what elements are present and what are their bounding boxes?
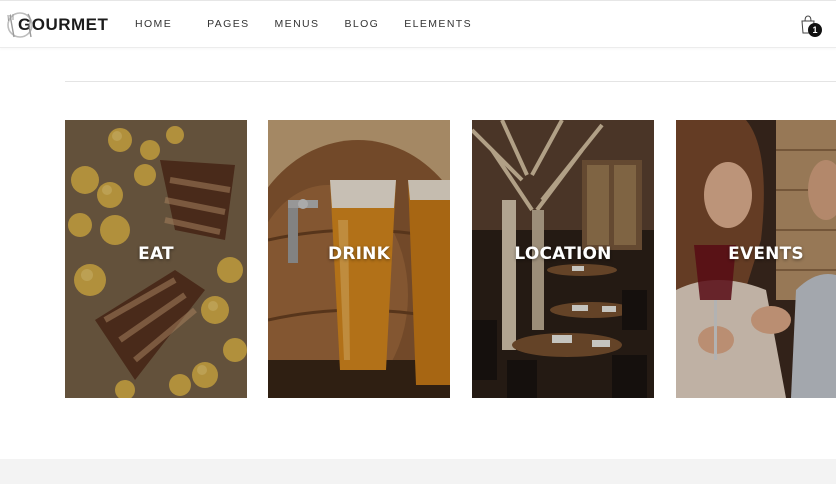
nav-item-elements[interactable]: ELEMENTS — [404, 18, 472, 30]
nav-item-home[interactable]: HOME — [135, 18, 172, 30]
fork-knife-logo-icon — [4, 10, 36, 40]
tile-label-events: EVENTS — [728, 244, 804, 264]
tile-drink[interactable]: DRINK — [268, 120, 450, 398]
nav-item-pages[interactable]: PAGES — [207, 18, 249, 30]
site-header: GOURMET HOME PAGES MENUS BLOG ELEMENTS 1 — [0, 0, 836, 48]
brand-logo[interactable]: GOURMET — [4, 10, 108, 40]
main-nav: HOME PAGES MENUS BLOG ELEMENTS — [135, 18, 507, 30]
tile-label-drink: DRINK — [328, 244, 390, 264]
tile-label-eat: EAT — [138, 244, 174, 264]
cart-button[interactable]: 1 — [797, 13, 823, 39]
nav-item-blog[interactable]: BLOG — [344, 18, 379, 30]
section-divider — [65, 81, 836, 82]
cart-count-badge: 1 — [808, 23, 822, 37]
tile-events[interactable]: EVENTS — [676, 120, 836, 398]
tile-eat[interactable]: EAT — [65, 120, 247, 398]
tile-location[interactable]: LOCATION — [472, 120, 654, 398]
tile-label-location: LOCATION — [514, 244, 612, 264]
nav-item-menus[interactable]: MENUS — [275, 18, 320, 30]
footer-band — [0, 459, 836, 484]
